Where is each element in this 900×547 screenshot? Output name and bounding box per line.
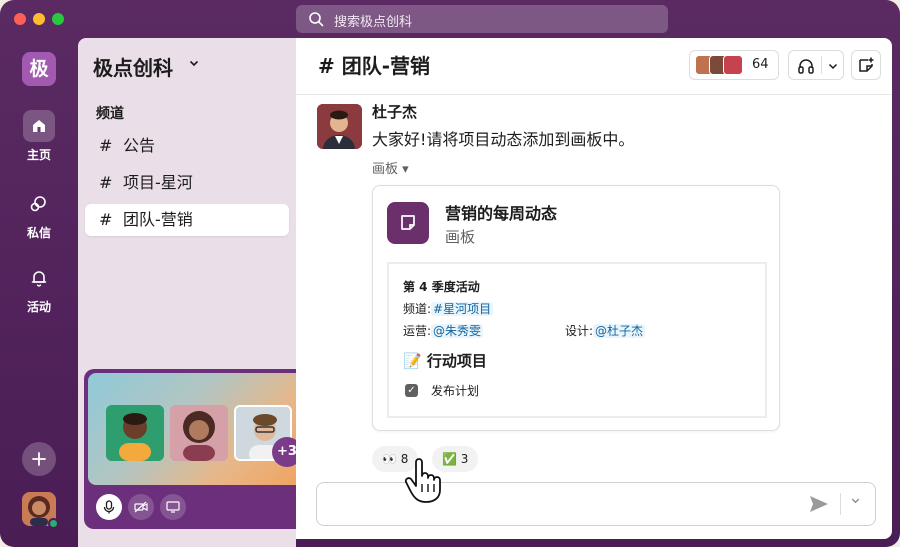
- reaction-count: 3: [460, 452, 469, 466]
- hash-icon: #: [99, 173, 113, 192]
- dm-icon: [23, 188, 55, 220]
- title-bar: 搜索极点创科: [0, 0, 900, 38]
- search-bar[interactable]: 搜索极点创科: [296, 5, 668, 33]
- preview-ops-line: 运营: @朱秀雯: [403, 322, 484, 339]
- add-button[interactable]: [22, 442, 56, 476]
- rail-label-home: 主页: [26, 148, 51, 162]
- chevron-down-icon[interactable]: [827, 60, 839, 72]
- channel-mention[interactable]: #星河项目: [431, 302, 494, 316]
- rail-item-activity[interactable]: 活动: [0, 262, 78, 315]
- canvas-subtitle: 画板: [445, 228, 476, 246]
- canvas-preview[interactable]: 第 4 季度活动 频道: #星河项目 运营: @朱秀雯 设计: @杜子杰 📝 行动项目…: [387, 262, 767, 418]
- minimize-window-button[interactable]: [33, 13, 45, 25]
- hand-cursor-icon: [404, 458, 441, 503]
- channel-name: 团队-营销: [123, 210, 193, 229]
- video-off-icon: [134, 501, 148, 513]
- channels-section-label: 频道: [96, 106, 124, 122]
- rail-item-dms[interactable]: 私信: [0, 188, 78, 241]
- hash-icon: #: [99, 210, 113, 229]
- message-composer[interactable]: [316, 482, 876, 526]
- message-author-avatar[interactable]: [317, 104, 362, 149]
- canvas-button[interactable]: [851, 50, 881, 80]
- canvas-add-icon: [859, 57, 874, 72]
- plus-icon: [32, 452, 46, 466]
- sidebar-channel-project-xinghe[interactable]: # 项目-星河: [85, 167, 289, 199]
- ops-mention[interactable]: @朱秀雯: [431, 324, 484, 338]
- channel-title[interactable]: # 团队-营销: [318, 50, 430, 79]
- task-label: 发布计划: [431, 384, 480, 398]
- design-mention[interactable]: @杜子杰: [593, 324, 646, 338]
- action-items-title: 行动项目: [426, 352, 487, 370]
- design-label: 设计:: [565, 324, 594, 338]
- search-placeholder: 搜索极点创科: [334, 15, 413, 30]
- online-status-dot: [48, 518, 59, 529]
- eyes-emoji-icon: 👀: [382, 452, 397, 466]
- huddle-video-button[interactable]: [128, 494, 154, 520]
- sidebar-channel-team-marketing[interactable]: # 团队-营销: [85, 204, 289, 236]
- huddle-participant-avatar: [106, 405, 164, 461]
- huddle-participant-avatar: [170, 405, 228, 461]
- ops-label: 运营:: [403, 324, 432, 338]
- microphone-icon: [103, 500, 115, 514]
- member-count: 64: [752, 57, 769, 72]
- screen-share-icon: [166, 501, 180, 513]
- send-icon[interactable]: [809, 495, 829, 513]
- preview-heading: 第 4 季度活动: [403, 280, 480, 294]
- workspace-rail: 极 主页 私信 活动: [0, 38, 78, 547]
- workspace-name[interactable]: 极点创科: [93, 52, 173, 81]
- action-items-heading: 📝 行动项目: [403, 350, 487, 371]
- canvas-icon: [387, 202, 429, 244]
- rail-item-home[interactable]: 主页: [0, 110, 78, 163]
- huddle-button[interactable]: [788, 50, 844, 80]
- sidebar-channel-announcements[interactable]: # 公告: [85, 130, 289, 162]
- rail-label-dms: 私信: [26, 226, 51, 240]
- huddle-screen-share-button[interactable]: [160, 494, 186, 520]
- divider: [840, 493, 841, 515]
- home-icon: [23, 110, 55, 142]
- huddle-video-area: +3: [88, 373, 308, 485]
- chevron-down-icon[interactable]: [850, 495, 861, 506]
- huddle-mic-button[interactable]: [96, 494, 122, 520]
- message-author[interactable]: 杜子杰: [372, 101, 417, 122]
- bell-icon: [23, 262, 55, 294]
- preview-channel-line: 频道: #星河项目: [403, 300, 494, 317]
- workspace-logo[interactable]: 极: [22, 52, 56, 86]
- divider: [821, 56, 822, 74]
- app-window: 搜索极点创科 极 主页 私信 活动 极点创科 频道 # 公告 # 项目-星河 #…: [0, 0, 900, 547]
- maximize-window-button[interactable]: [52, 13, 64, 25]
- headphones-icon: [798, 59, 814, 74]
- memo-icon: 📝: [403, 352, 422, 370]
- search-icon: [309, 12, 324, 27]
- channel-name: 公告: [123, 136, 156, 155]
- member-list-button[interactable]: 64: [689, 50, 779, 80]
- huddle-panel[interactable]: +3: [84, 369, 312, 529]
- attachment-toggle[interactable]: 画板 ▾: [372, 158, 409, 177]
- channel-view: # 团队-营销 64 杜子杰 大家好!请将项目动态添加到画板中。 画板 ▾ 营销…: [296, 38, 892, 539]
- preview-design-line: 设计: @杜子杰: [565, 322, 646, 339]
- canvas-card[interactable]: 营销的每周动态 画板 第 4 季度活动 频道: #星河项目 运营: @朱秀雯 设计:…: [372, 185, 780, 431]
- member-avatar: [723, 55, 743, 75]
- channel-label: 频道:: [403, 302, 432, 316]
- check-emoji-icon: ✅: [442, 452, 457, 466]
- channel-name: 项目-星河: [123, 173, 193, 192]
- chevron-down-icon[interactable]: [188, 57, 200, 69]
- rail-label-activity: 活动: [26, 300, 51, 314]
- hash-icon: #: [99, 136, 113, 155]
- close-window-button[interactable]: [14, 13, 26, 25]
- canvas-title[interactable]: 营销的每周动态: [445, 200, 557, 224]
- task-checkbox[interactable]: ✓: [405, 384, 418, 397]
- header-divider: [296, 94, 892, 95]
- message-text: 大家好!请将项目动态添加到画板中。: [372, 130, 635, 149]
